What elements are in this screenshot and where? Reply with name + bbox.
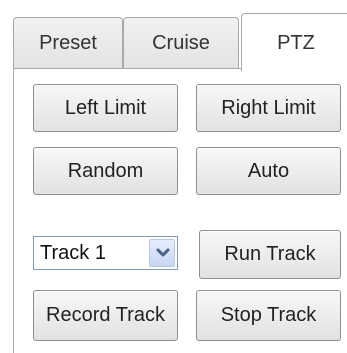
tab-preset[interactable]: Preset bbox=[13, 17, 123, 69]
tab-ptz[interactable]: PTZ bbox=[241, 13, 347, 71]
stop-track-button[interactable]: Stop Track bbox=[196, 290, 341, 341]
right-limit-button[interactable]: Right Limit bbox=[196, 84, 341, 132]
ptz-control-panel: Preset Cruise PTZ Left Limit Right Limit… bbox=[0, 0, 347, 353]
track-select-value: Track 1 bbox=[40, 242, 106, 264]
tab-cruise[interactable]: Cruise bbox=[123, 17, 239, 69]
tab-bar: Preset Cruise PTZ bbox=[13, 13, 347, 71]
random-button[interactable]: Random bbox=[33, 147, 178, 195]
run-track-button[interactable]: Run Track bbox=[199, 230, 341, 279]
auto-button[interactable]: Auto bbox=[196, 147, 341, 195]
left-limit-button[interactable]: Left Limit bbox=[33, 84, 178, 132]
track-select[interactable]: Track 1 bbox=[33, 236, 178, 270]
dropdown-arrow-button[interactable] bbox=[149, 239, 175, 267]
record-track-button[interactable]: Record Track bbox=[33, 290, 178, 341]
chevron-down-icon bbox=[156, 248, 170, 257]
